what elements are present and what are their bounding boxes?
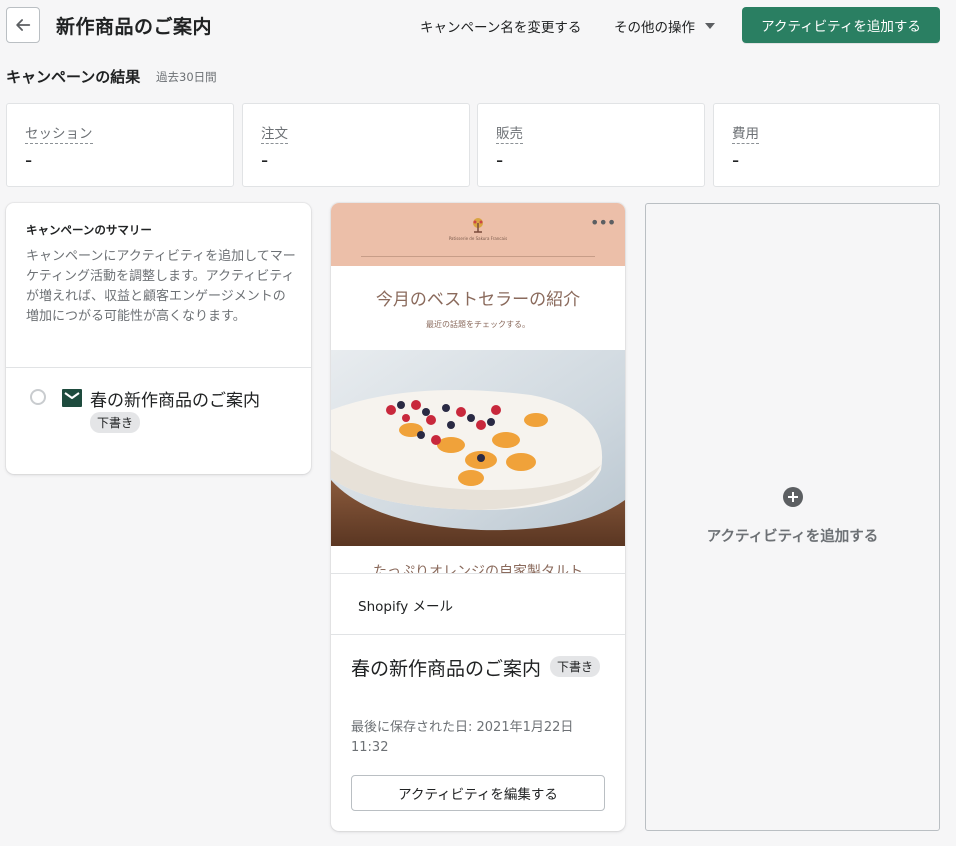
divider: [331, 634, 625, 635]
add-activity-button[interactable]: アクティビティを追加する: [742, 7, 940, 43]
activity-name: 春の新作商品のご案内: [351, 658, 542, 680]
summary-description: キャンペーンにアクティビティを追加してマーケティング活動を調整します。アクティビ…: [26, 249, 296, 324]
preview-heading: 今月のベストセラーの紹介: [375, 290, 581, 310]
metric-cost: 費用 -: [713, 103, 940, 187]
results-period: 過去30日間: [156, 70, 217, 84]
metric-label[interactable]: セッション: [25, 122, 93, 144]
metric-sessions: セッション -: [6, 103, 234, 187]
metric-sales: 販売 -: [477, 103, 705, 187]
results-title: キャンペーンの結果: [6, 68, 141, 86]
page-title: 新作商品のご案内: [56, 16, 213, 38]
mail-icon: [62, 389, 82, 407]
divider: [6, 367, 311, 368]
add-activity-label: アクティビティを追加する: [706, 529, 879, 545]
campaign-summary-card: キャンペーンのサマリー キャンペーンにアクティビティを追加してマーケティング活動…: [6, 203, 311, 474]
summary-activity-title[interactable]: 春の新作商品のご案内: [90, 386, 260, 411]
preview-divider: [361, 256, 595, 257]
more-actions-button[interactable]: その他の操作: [614, 16, 715, 36]
metric-label[interactable]: 注文: [261, 122, 288, 144]
activity-card: Patisserie de Sakura Francais ••• 今月のベスト…: [331, 203, 625, 831]
last-saved-text: 最後に保存された日: 2021年1月22日 11:32: [351, 720, 574, 755]
metric-value: -: [25, 148, 33, 172]
plus-circle-icon: [783, 487, 803, 507]
caret-down-icon: [705, 23, 715, 29]
metric-value: -: [261, 148, 269, 172]
preview-subheading: 最近の話題をチェックする。: [426, 320, 530, 329]
divider: [331, 573, 625, 574]
more-horizontal-icon[interactable]: •••: [590, 213, 616, 232]
preview-caption: たっぷりオレンジの自家製タルト: [373, 564, 583, 573]
metric-orders: 注文 -: [242, 103, 470, 187]
email-preview[interactable]: Patisserie de Sakura Francais ••• 今月のベスト…: [331, 203, 625, 573]
arrow-left-icon: [16, 19, 31, 31]
metric-label[interactable]: 販売: [496, 122, 523, 144]
back-button[interactable]: [6, 7, 40, 43]
metric-label[interactable]: 費用: [732, 122, 759, 144]
bakery-logo-icon: [473, 218, 483, 233]
edit-activity-button[interactable]: アクティビティを編集する: [351, 775, 605, 811]
activity-radio[interactable]: [30, 389, 46, 405]
add-activity-card[interactable]: アクティビティを追加する: [645, 203, 940, 831]
metric-value: -: [732, 148, 740, 172]
more-actions-label: その他の操作: [614, 20, 695, 36]
status-badge: 下書き: [550, 656, 601, 677]
preview-logo-text: Patisserie de Sakura Francais: [448, 236, 508, 241]
rename-campaign-button[interactable]: キャンペーン名を変更する: [420, 16, 581, 36]
status-badge: 下書き: [90, 412, 141, 433]
summary-title: キャンペーンのサマリー: [26, 223, 152, 237]
tart-photo: [331, 350, 625, 546]
metric-value: -: [496, 148, 504, 172]
channel-label: Shopify メール: [358, 599, 454, 615]
